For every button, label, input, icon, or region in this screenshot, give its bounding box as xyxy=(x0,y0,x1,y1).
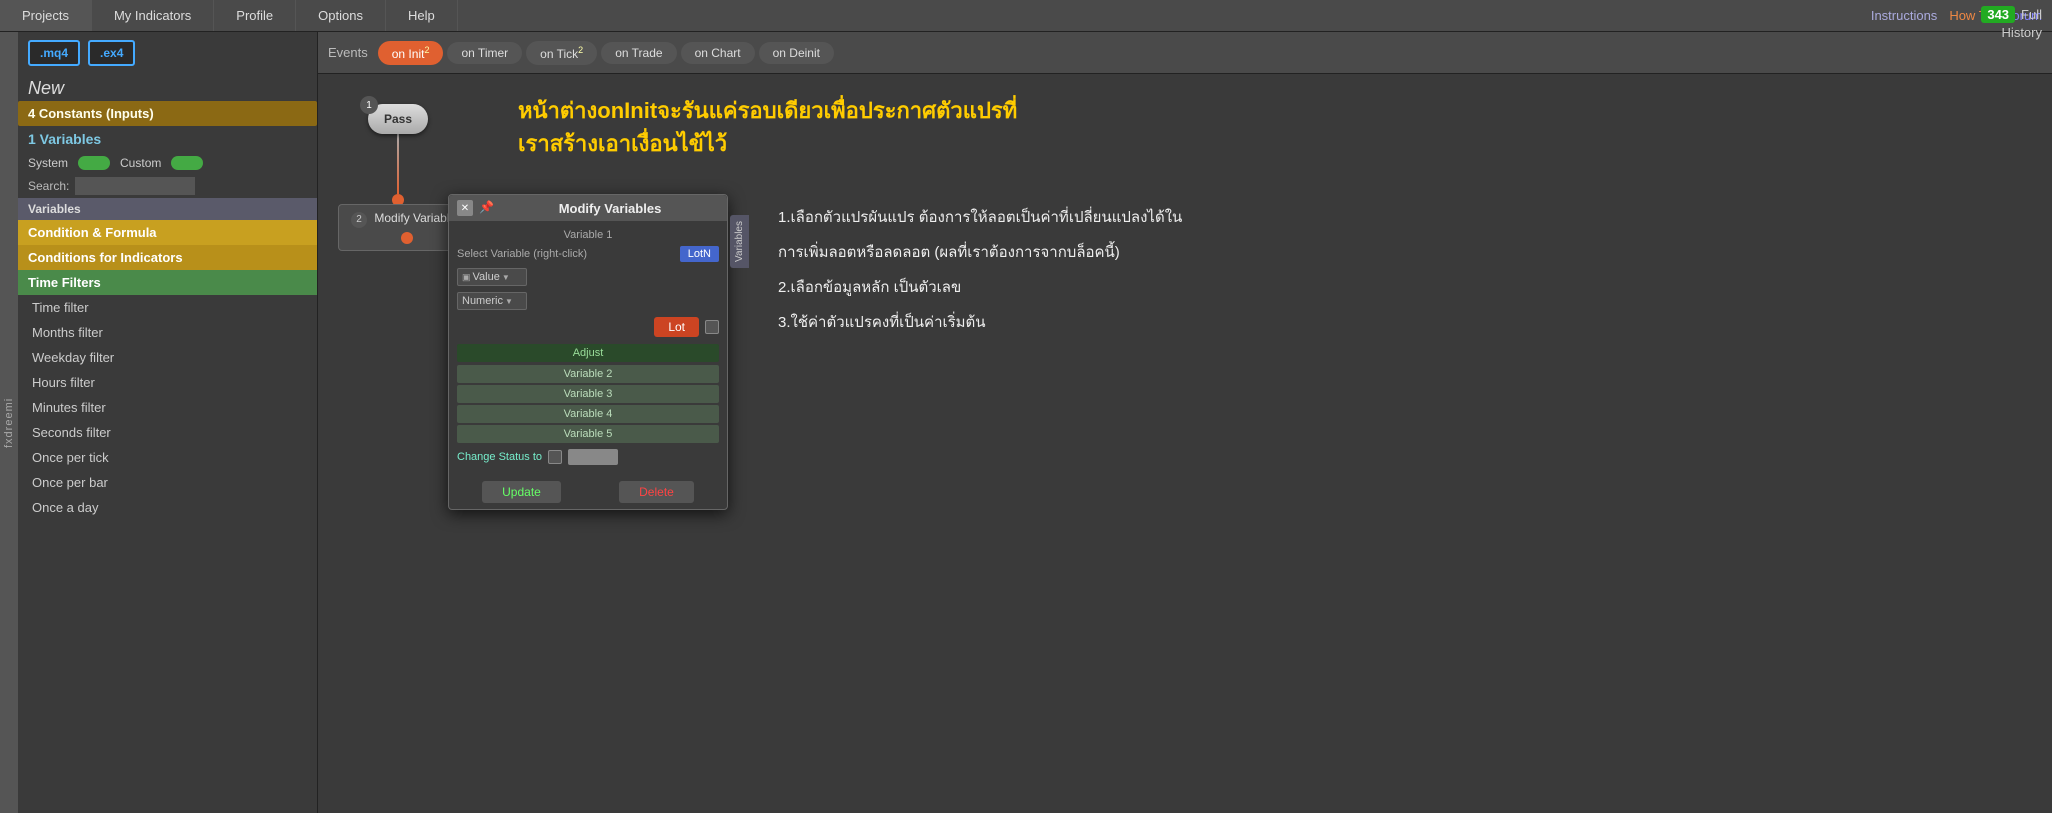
new-label: New xyxy=(18,74,317,101)
sidebar-constants[interactable]: 4 Constants (Inputs) xyxy=(18,101,317,126)
sidebar-conditions-indicators[interactable]: Conditions for Indicators xyxy=(18,245,317,270)
modal-variable-5[interactable]: Variable 5 xyxy=(457,425,719,443)
nav-help[interactable]: Help xyxy=(386,0,458,31)
sidebar-once-per-tick[interactable]: Once per tick xyxy=(18,445,317,470)
sidebar-months-filter[interactable]: Months filter xyxy=(18,320,317,345)
sidebar-once-a-day[interactable]: Once a day xyxy=(18,495,317,520)
search-row: Search: xyxy=(18,174,317,198)
right-content: Events on Init2 on Timer on Tick2 on Tra… xyxy=(318,32,2052,813)
modal-variable-2[interactable]: Variable 2 xyxy=(457,365,719,383)
modal-numeric-row[interactable]: Numeric ▼ xyxy=(457,289,719,313)
system-label: System xyxy=(28,156,68,170)
history-row: 343 Full xyxy=(1981,6,2042,23)
modal-adjust-row: Adjust xyxy=(457,344,719,362)
btn-on-timer[interactable]: on Timer xyxy=(447,42,522,64)
modal-lot-row: Lot xyxy=(457,313,719,341)
badge-343: 343 xyxy=(1981,6,2015,23)
modal-variable-3[interactable]: Variable 3 xyxy=(457,385,719,403)
modal-variable-label: Variable 1 xyxy=(457,227,719,243)
status-checkbox[interactable] xyxy=(548,450,562,464)
ri-line-1: 1.เลือกตัวแปรผันแปร ต้องการให้ลอตเป็นค่า… xyxy=(778,204,1182,231)
btn-on-deinit[interactable]: on Deinit xyxy=(759,42,834,64)
nav-projects[interactable]: Projects xyxy=(0,0,92,31)
full-label: Full xyxy=(2021,7,2042,22)
canvas-area: หน้าต่างonInitจะรันแค่รอบเดียวเพื่อประกา… xyxy=(318,74,2052,813)
btn-on-init[interactable]: on Init2 xyxy=(378,41,444,65)
pass-node-number: 1 xyxy=(360,96,378,114)
sidebar-label: fxdreemi xyxy=(0,32,18,813)
status-color-box[interactable] xyxy=(568,449,618,465)
sidebar-variables[interactable]: 1 Variables xyxy=(18,126,317,152)
btn-mq4[interactable]: .mq4 xyxy=(28,40,80,66)
modal-title-bar: ✕ 📌 Modify Variables xyxy=(449,195,727,221)
modal-change-status-row: Change Status to xyxy=(457,445,719,469)
pass-node[interactable]: 1 Pass xyxy=(368,104,428,206)
btn-on-trade[interactable]: on Trade xyxy=(601,42,676,64)
btn-on-chart[interactable]: on Chart xyxy=(681,42,755,64)
modal-lot-checkbox[interactable] xyxy=(705,320,719,334)
right-instructions: 1.เลือกตัวแปรผันแปร ต้องการให้ลอตเป็นค่า… xyxy=(778,204,1182,344)
sidebar-once-per-bar[interactable]: Once per bar xyxy=(18,470,317,495)
link-instructions[interactable]: Instructions xyxy=(1871,8,1937,23)
history-label: History xyxy=(2002,25,2042,40)
modal-value-row[interactable]: ▣ Value ▼ xyxy=(457,265,719,289)
sidebar-hours-filter[interactable]: Hours filter xyxy=(18,370,317,395)
top-nav: Projects My Indicators Profile Options H… xyxy=(0,0,2052,32)
pass-circle-wrapper: 1 Pass xyxy=(368,104,428,134)
btn-on-tick[interactable]: on Tick2 xyxy=(526,41,597,65)
modal-value-select[interactable]: ▣ Value ▼ xyxy=(457,268,527,286)
modal-pin-btn[interactable]: 📌 xyxy=(479,200,495,216)
sidebar-weekday-filter[interactable]: Weekday filter xyxy=(18,345,317,370)
modal-select-variable-label: Select Variable (right-click) xyxy=(457,248,674,260)
nav-options[interactable]: Options xyxy=(296,0,386,31)
modal-title: Modify Variables xyxy=(501,201,719,216)
search-label: Search: xyxy=(28,179,69,193)
sidebar-time-filter[interactable]: Time filter xyxy=(18,295,317,320)
modal-footer: Update Delete xyxy=(449,475,727,509)
system-toggle[interactable] xyxy=(78,156,110,170)
ri-line-3: 3.ใช้ค่าตัวแปรคงที่เป็นค่าเริ่มต้น xyxy=(778,309,1182,336)
main-layout: fxdreemi .mq4 .ex4 New 4 Constants (Inpu… xyxy=(0,32,2052,813)
modal-variable-4[interactable]: Variable 4 xyxy=(457,405,719,423)
search-input[interactable] xyxy=(75,177,195,195)
custom-label: Custom xyxy=(120,156,161,170)
btn-ex4[interactable]: .ex4 xyxy=(88,40,135,66)
nav-my-indicators[interactable]: My Indicators xyxy=(92,0,214,31)
sidebar-time-filters[interactable]: Time Filters xyxy=(18,270,317,295)
nav-profile[interactable]: Profile xyxy=(214,0,296,31)
sidebar-scroll[interactable]: New 4 Constants (Inputs) 1 Variables Sys… xyxy=(18,74,317,813)
sidebar-seconds-filter[interactable]: Seconds filter xyxy=(18,420,317,445)
sidebar-minutes-filter[interactable]: Minutes filter xyxy=(18,395,317,420)
btn-lot[interactable]: Lot xyxy=(654,317,699,337)
connector-line xyxy=(397,134,399,194)
events-label: Events xyxy=(328,45,368,60)
ri-line-2: 2.เลือกข้อมูลหลัก เป็นตัวเลข xyxy=(778,274,1182,301)
modal-close-btn[interactable]: ✕ xyxy=(457,200,473,216)
modal-numeric-select[interactable]: Numeric ▼ xyxy=(457,292,527,310)
modal-body: Variable 1 Select Variable (right-click)… xyxy=(449,221,727,475)
instruction-text: หน้าต่างonInitจะรันแค่รอบเดียวเพื่อประกา… xyxy=(518,94,1017,160)
modify-number: 2 xyxy=(351,212,367,228)
group-variables[interactable]: Variables xyxy=(18,198,317,220)
left-panel: .mq4 .ex4 New 4 Constants (Inputs) 1 Var… xyxy=(18,32,318,813)
btn-lotn[interactable]: LotN xyxy=(680,246,719,262)
modal-side-tab[interactable]: Variables xyxy=(730,215,749,268)
sidebar-condition-formula[interactable]: Condition & Formula xyxy=(18,220,317,245)
custom-toggle[interactable] xyxy=(171,156,203,170)
system-custom-row: System Custom xyxy=(18,152,317,174)
modal-select-variable-row: Select Variable (right-click) LotN xyxy=(457,243,719,265)
modify-variables-modal: ✕ 📌 Modify Variables Variable 1 Select V… xyxy=(448,194,728,510)
btn-update[interactable]: Update xyxy=(482,481,561,503)
modal-change-status-label: Change Status to xyxy=(457,451,542,463)
modify-dot xyxy=(401,232,413,244)
ri-line-1b: การเพิ่มลอตหรือลดลอต (ผลที่เราต้องการจาก… xyxy=(778,239,1182,266)
btn-delete[interactable]: Delete xyxy=(619,481,694,503)
events-bar: Events on Init2 on Timer on Tick2 on Tra… xyxy=(318,32,2052,74)
left-top-buttons: .mq4 .ex4 xyxy=(18,32,317,74)
